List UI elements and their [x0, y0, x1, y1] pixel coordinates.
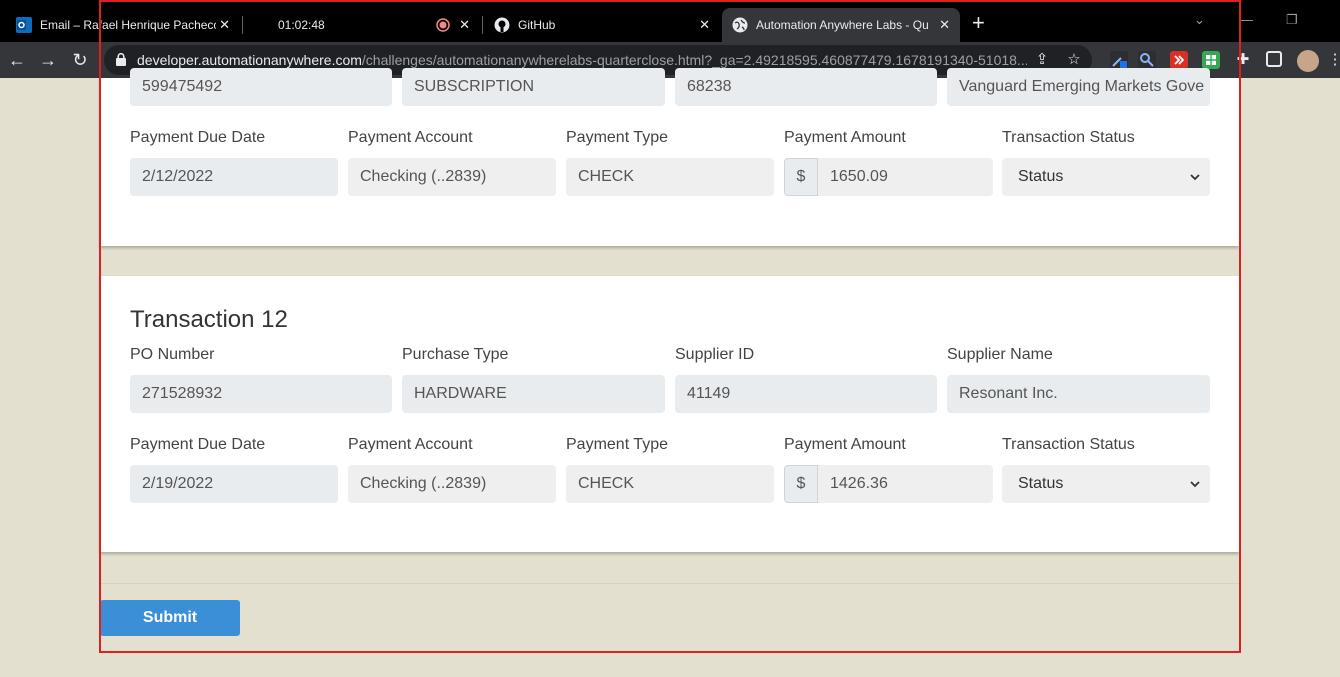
- payment-account-label: Payment Account: [348, 129, 473, 146]
- supplier-id-field[interactable]: 41149: [675, 375, 937, 413]
- payment-due-date-label: Payment Due Date: [130, 129, 266, 146]
- purchase-type-field[interactable]: HARDWARE: [402, 375, 665, 413]
- payment-due-date-label: Payment Due Date: [130, 436, 266, 453]
- url-path: /challenges/automationanywherelabs-quart…: [361, 52, 1027, 68]
- minimize-icon[interactable]: —: [1240, 12, 1253, 27]
- tab-github[interactable]: GitHub ✕: [484, 8, 720, 42]
- recorder-extension-icon[interactable]: [1170, 51, 1188, 69]
- payment-account-field[interactable]: Checking (..2839): [348, 465, 556, 503]
- supplier-id-label: Supplier ID: [675, 346, 755, 363]
- chevron-down-icon: [1190, 174, 1200, 181]
- share-icon[interactable]: ⇪: [1033, 51, 1051, 69]
- po-number-field[interactable]: 271528932: [130, 375, 392, 413]
- side-panel-icon[interactable]: [1266, 51, 1282, 67]
- transaction-status-select[interactable]: Status: [1002, 158, 1210, 196]
- supplier-name-label: Supplier Name: [947, 346, 1053, 363]
- payment-due-date-field[interactable]: 2/19/2022: [130, 465, 338, 503]
- eyedropper-extension-icon[interactable]: [1110, 51, 1128, 69]
- browser-tab-bar: Email – Rafael Henrique Pacheco ✕ 01:02:…: [0, 0, 1340, 42]
- reload-icon[interactable]: ↻: [68, 48, 92, 72]
- purchase-type-label: Purchase Type: [402, 346, 509, 363]
- tab-automation-anywhere[interactable]: Automation Anywhere Labs - Qu ✕: [722, 8, 960, 42]
- forward-arrow-icon[interactable]: →: [36, 48, 60, 72]
- status-select-value: Status: [1018, 168, 1064, 185]
- new-tab-button[interactable]: +: [972, 12, 985, 34]
- tab-search-icon[interactable]: ⌄: [1194, 12, 1205, 28]
- transaction-status-select[interactable]: Status: [1002, 465, 1210, 503]
- url-host: developer.automationanywhere.com: [137, 52, 362, 68]
- url-text[interactable]: developer.automationanywhere.com/challen…: [137, 52, 1027, 68]
- payment-amount-label: Payment Amount: [784, 129, 906, 146]
- globe-icon: [732, 17, 748, 33]
- github-icon: [494, 17, 510, 33]
- payment-amount-label: Payment Amount: [784, 436, 906, 453]
- restore-icon[interactable]: ❐: [1286, 12, 1298, 28]
- transaction-card-12: Transaction 12 PO Number Purchase Type S…: [100, 276, 1239, 552]
- purchase-type-field[interactable]: SUBSCRIPTION: [402, 68, 665, 106]
- payment-type-label: Payment Type: [566, 129, 668, 146]
- transaction-card-11: 599475492 SUBSCRIPTION 68238 Vanguard Em…: [100, 68, 1239, 246]
- transaction-status-label: Transaction Status: [1002, 129, 1135, 146]
- chevron-down-icon: [1190, 481, 1200, 488]
- form-divider: [100, 583, 1239, 584]
- tab-timer[interactable]: 01:02:48 ✕: [244, 8, 480, 42]
- profile-avatar[interactable]: [1297, 50, 1319, 72]
- payment-due-date-field[interactable]: 2/12/2022: [130, 158, 338, 196]
- tab-separator: [482, 16, 483, 34]
- sheets-extension-icon[interactable]: [1202, 51, 1220, 69]
- status-select-value: Status: [1018, 475, 1064, 492]
- currency-addon: $: [784, 465, 818, 503]
- supplier-name-field[interactable]: Resonant Inc.: [947, 375, 1210, 413]
- transaction-status-label: Transaction Status: [1002, 436, 1135, 453]
- currency-addon: $: [784, 158, 818, 196]
- menu-dots-icon[interactable]: ⋮: [1326, 51, 1340, 69]
- supplier-name-field[interactable]: Vanguard Emerging Markets Gove: [947, 68, 1210, 106]
- close-icon[interactable]: ✕: [459, 17, 470, 33]
- payment-type-field[interactable]: CHECK: [566, 465, 774, 503]
- extensions-puzzle-icon[interactable]: ✚: [1234, 51, 1252, 69]
- tab-title: 01:02:48: [278, 18, 325, 32]
- po-number-field[interactable]: 599475492: [130, 68, 392, 106]
- tab-separator: [242, 16, 243, 34]
- recording-icon: [436, 18, 450, 32]
- payment-amount-field[interactable]: 1650.09: [818, 158, 993, 196]
- payment-type-label: Payment Type: [566, 436, 668, 453]
- tab-title: GitHub: [518, 18, 556, 32]
- payment-amount-field[interactable]: 1426.36: [818, 465, 993, 503]
- po-number-label: PO Number: [130, 346, 215, 363]
- magnifier-extension-icon[interactable]: [1138, 51, 1156, 69]
- tab-email[interactable]: Email – Rafael Henrique Pacheco ✕: [8, 8, 240, 42]
- submit-button[interactable]: Submit: [100, 600, 240, 636]
- bookmark-star-icon[interactable]: ☆: [1065, 51, 1083, 69]
- supplier-id-field[interactable]: 68238: [675, 68, 937, 106]
- close-icon[interactable]: ✕: [219, 17, 230, 33]
- close-icon[interactable]: ✕: [939, 17, 950, 33]
- close-icon[interactable]: ✕: [699, 17, 710, 33]
- back-arrow-icon[interactable]: ←: [5, 48, 29, 72]
- payment-account-label: Payment Account: [348, 436, 473, 453]
- tab-title: Email – Rafael Henrique Pacheco: [40, 18, 216, 32]
- transaction-title: Transaction 12: [130, 306, 288, 333]
- payment-type-field[interactable]: CHECK: [566, 158, 774, 196]
- tab-title: Automation Anywhere Labs - Qu: [756, 18, 929, 32]
- lock-icon: [116, 53, 126, 66]
- payment-account-field[interactable]: Checking (..2839): [348, 158, 556, 196]
- outlook-icon: [16, 17, 32, 33]
